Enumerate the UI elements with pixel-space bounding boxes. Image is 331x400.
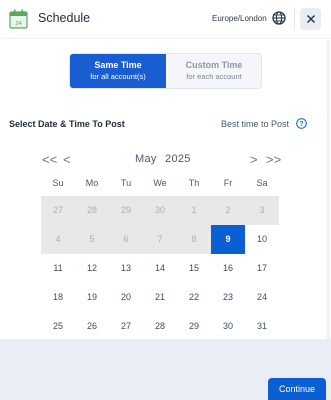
calendar-day[interactable]: 14 — [143, 254, 177, 283]
calendar-day: 27 — [41, 196, 75, 225]
calendar-day[interactable]: 12 — [75, 254, 109, 283]
calendar-icon-day: 24 — [15, 21, 21, 27]
calendar-day[interactable]: 20 — [109, 283, 143, 312]
modal-title: Schedule — [38, 11, 91, 25]
same-time-sublabel: for all account(s) — [90, 72, 146, 81]
calendar-day: 3 — [245, 196, 279, 225]
month-label: May — [135, 153, 157, 165]
calendar-day[interactable]: 22 — [177, 283, 211, 312]
calendar-day[interactable]: 29 — [177, 312, 211, 341]
calendar-day[interactable]: 25 — [41, 312, 75, 341]
calendar-day[interactable]: 16 — [211, 254, 245, 283]
best-time-link[interactable]: Best time to Post — [221, 119, 289, 129]
calendar-day[interactable]: 28 — [143, 312, 177, 341]
weekday-sunday: Su — [52, 178, 64, 188]
calendar-day: 30 — [143, 196, 177, 225]
globe-icon[interactable] — [272, 11, 286, 25]
calendar-day: 5 — [75, 225, 109, 254]
header-divider — [294, 8, 295, 30]
custom-time-sublabel: for each account — [186, 72, 242, 81]
calendar-day[interactable]: 21 — [143, 283, 177, 312]
calendar-day[interactable]: 26 — [75, 312, 109, 341]
same-time-option[interactable]: Same Time for all account(s) — [70, 54, 166, 88]
calendar-icon: 24 — [9, 9, 28, 29]
calendar-day[interactable]: 19 — [75, 283, 109, 312]
calendar-day: 1 — [177, 196, 211, 225]
calendar-day[interactable]: 11 — [41, 254, 75, 283]
calendar-day: 6 — [109, 225, 143, 254]
weekday-thursday: Th — [188, 178, 200, 188]
close-icon — [306, 14, 315, 24]
close-button[interactable] — [300, 8, 321, 30]
timezone-label[interactable]: Europe/London — [212, 14, 267, 23]
calendar-day[interactable]: 10 — [245, 225, 279, 254]
calendar-day[interactable]: 31 — [245, 312, 279, 341]
calendar-day: 28 — [75, 196, 109, 225]
month-year-label[interactable]: May 2025 — [135, 153, 191, 165]
header-separator — [0, 38, 331, 39]
calendar-day[interactable]: 24 — [245, 283, 279, 312]
weekday-monday: Mo — [85, 178, 99, 188]
calendar-day[interactable]: 23 — [211, 283, 245, 312]
calendar-day[interactable]: 15 — [177, 254, 211, 283]
custom-time-option[interactable]: Custom Time for each account — [166, 54, 262, 88]
help-icon[interactable]: ? — [296, 118, 307, 129]
next-year-button[interactable]: >> — [266, 153, 281, 166]
scrollbar[interactable] — [327, 40, 330, 339]
calendar-day: 4 — [41, 225, 75, 254]
calendar-day[interactable]: 30 — [211, 312, 245, 341]
calendar-day[interactable]: 17 — [245, 254, 279, 283]
custom-time-label: Custom Time — [185, 60, 243, 70]
calendar-day: 7 — [143, 225, 177, 254]
weekday-wednesday: We — [153, 178, 167, 188]
weekday-saturday: Sa — [256, 178, 268, 188]
modal-header: 24 Schedule Europe/London — [0, 0, 331, 38]
calendar-day-selected[interactable]: 9 — [211, 225, 245, 254]
time-mode-toggle: Same Time for all account(s) Custom Time… — [69, 53, 262, 89]
prev-year-button[interactable]: << — [42, 153, 57, 166]
calendar-day[interactable]: 18 — [41, 283, 75, 312]
svg-text:?: ? — [299, 121, 303, 128]
calendar-day: 8 — [177, 225, 211, 254]
section-title: Select Date & Time To Post — [9, 119, 125, 129]
continue-button[interactable]: Continue — [268, 378, 326, 400]
weekday-tuesday: Tu — [120, 178, 132, 188]
calendar-day: 2 — [211, 196, 245, 225]
same-time-label: Same Time — [94, 60, 142, 70]
calendar-day: 29 — [109, 196, 143, 225]
calendar-day[interactable]: 27 — [109, 312, 143, 341]
weekday-friday: Fr — [223, 178, 233, 188]
calendar-day[interactable]: 13 — [109, 254, 143, 283]
year-label: 2025 — [165, 153, 191, 165]
next-month-button[interactable]: > — [250, 153, 258, 166]
prev-month-button[interactable]: < — [63, 153, 71, 166]
